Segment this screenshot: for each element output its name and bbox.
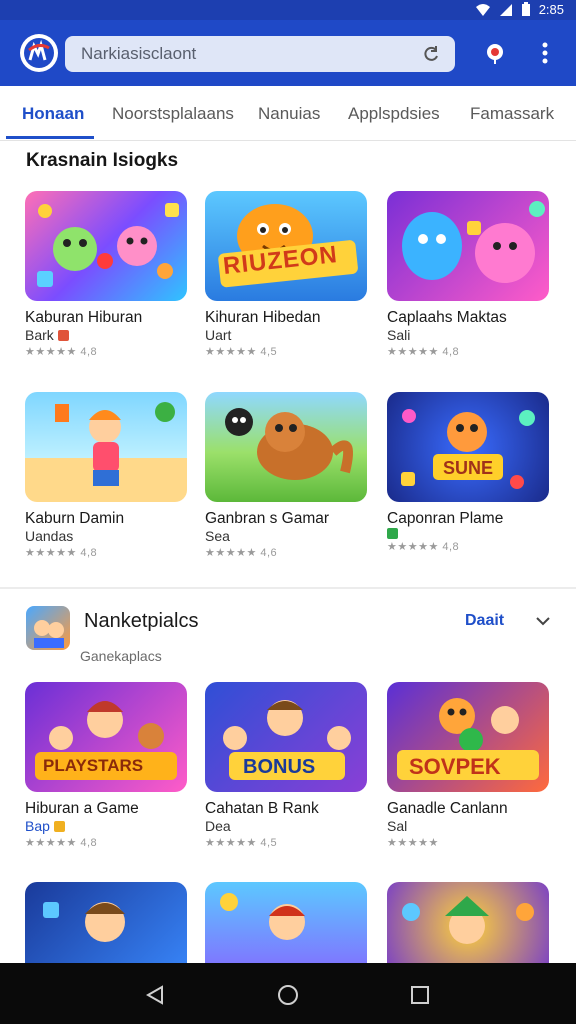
app-name: Ganadle Canlann — [387, 800, 508, 817]
app-thumbnail: RIUZEON — [205, 191, 367, 301]
app-name: Ganbran s Gamar — [205, 510, 330, 527]
recents-button[interactable] — [406, 981, 434, 1009]
app-name: Kaburan Hiburan — [25, 309, 143, 326]
notification-icon — [487, 44, 503, 64]
app-name: Caponran Plame — [387, 510, 504, 527]
notification-button[interactable] — [482, 40, 508, 66]
app-card[interactable]: Ganbran s Gamar Sea ★★★★★ 4,6 — [205, 392, 367, 561]
tab-3[interactable]: Nanuias — [258, 86, 320, 140]
app-name: Caplaahs Maktas — [387, 309, 507, 326]
section-app-icon — [26, 606, 70, 650]
tab-4[interactable]: Applspdsies — [348, 86, 440, 140]
app-badge-icon — [57, 330, 69, 341]
home-icon — [278, 985, 298, 1005]
wifi-icon — [475, 3, 490, 16]
app-rating: ★★★★★ 4,5 — [205, 346, 278, 358]
section-title: Nanketpialcs — [84, 610, 199, 632]
app-subtitle: Bark — [25, 327, 54, 343]
tab-2[interactable]: Noorstsplalaans — [112, 86, 234, 140]
app-thumbnail: BONUS — [205, 682, 367, 792]
app-subtitle: Bap — [25, 818, 50, 834]
app-thumbnail — [387, 191, 549, 301]
app-bar — [0, 20, 576, 86]
app-card[interactable]: BONUS Cahatan B Rank Dea ★★★★★ 4,5 — [205, 682, 367, 851]
section-title: Krasnain Isiogks — [26, 150, 179, 171]
expand-button[interactable] — [532, 610, 554, 632]
app-badge-icon — [387, 528, 398, 539]
app-logo[interactable] — [20, 34, 58, 72]
section-subtitle: Ganekaplacs — [80, 648, 162, 664]
app-subtitle: Sea — [205, 528, 230, 544]
back-icon — [145, 985, 163, 1005]
app-thumbnail — [205, 392, 367, 502]
app-thumbnail: SOVPEK — [387, 682, 549, 792]
tab-5[interactable]: Famassark — [470, 86, 554, 140]
more-vertical-icon — [542, 42, 548, 64]
app-thumbnail: PLAYSTARS — [25, 682, 187, 792]
app-card[interactable]: Caplaahs Maktas Sali ★★★★★ 4,8 — [387, 191, 549, 360]
section-action-link[interactable]: Daait — [465, 612, 504, 630]
app-badge-icon — [53, 821, 65, 832]
app-subtitle: Dea — [205, 818, 231, 834]
app-rating: ★★★★★ 4,6 — [205, 547, 278, 559]
section-divider — [0, 587, 576, 589]
app-rating: ★★★★★ — [387, 837, 439, 849]
app-name: Cahatan B Rank — [205, 800, 319, 817]
app-card[interactable]: Kaburn Damin Uandas ★★★★★ 4,8 — [25, 392, 187, 561]
app-rating: ★★★★★ 4,5 — [205, 837, 278, 849]
app-card[interactable]: SUNE Caponran Plame ★★★★★ 4,8 — [387, 392, 549, 555]
recents-icon — [411, 986, 429, 1004]
active-tab-indicator — [6, 136, 94, 139]
tab-bar: Honaan Noorstsplalaans Nanuias Applspdsi… — [0, 86, 576, 141]
app-rating: ★★★★★ 4,8 — [25, 346, 98, 358]
app-rating: ★★★★★ 4,8 — [25, 547, 98, 559]
app-card[interactable]: RIUZEON Kihuran Hibedan Uart ★★★★★ 4,5 — [205, 191, 367, 360]
home-button[interactable] — [274, 981, 302, 1009]
signal-icon — [499, 3, 512, 16]
tab-home[interactable]: Honaan — [22, 86, 84, 140]
search-input[interactable] — [79, 43, 421, 65]
search-bar[interactable] — [65, 36, 455, 72]
system-nav-bar — [0, 963, 576, 1024]
app-card[interactable]: SOVPEK Ganadle Canlann Sal ★★★★★ — [387, 682, 549, 851]
app-subtitle: Sali — [387, 327, 411, 343]
app-subtitle: Uandas — [25, 528, 74, 544]
app-card[interactable]: PLAYSTARS Hiburan a Game Bap ★★★★★ 4,8 — [25, 682, 187, 851]
thumbnail-banner-text: SOVPEK — [409, 754, 501, 779]
more-options-button[interactable] — [532, 40, 558, 66]
app-thumbnail — [25, 392, 187, 502]
thumbnail-banner-text: BONUS — [243, 756, 316, 778]
status-bar: 2:85 — [0, 0, 576, 20]
thumbnail-banner-text: PLAYSTARS — [43, 756, 144, 775]
battery-icon — [521, 2, 530, 16]
back-button[interactable] — [141, 981, 169, 1009]
app-rating: ★★★★★ 4,8 — [387, 541, 460, 553]
status-time: 2:85 — [538, 2, 564, 17]
app-rating: ★★★★★ 4,8 — [387, 346, 460, 358]
thumbnail-banner-text: SUNE — [443, 458, 494, 478]
app-card[interactable]: Kaburan Hiburan Bark ★★★★★ 4,8 — [25, 191, 187, 360]
app-name: Hiburan a Game — [25, 800, 139, 817]
logo-icon — [24, 38, 54, 68]
chevron-down-icon — [536, 617, 550, 626]
app-name: Kihuran Hibedan — [205, 309, 321, 326]
app-thumbnail — [25, 191, 187, 301]
app-name: Kaburn Damin — [25, 510, 125, 527]
refresh-icon[interactable] — [421, 44, 441, 64]
app-rating: ★★★★★ 4,8 — [25, 837, 98, 849]
app-subtitle: Sal — [387, 818, 408, 834]
app-thumbnail: SUNE — [387, 392, 549, 502]
app-subtitle: Uart — [205, 327, 232, 343]
